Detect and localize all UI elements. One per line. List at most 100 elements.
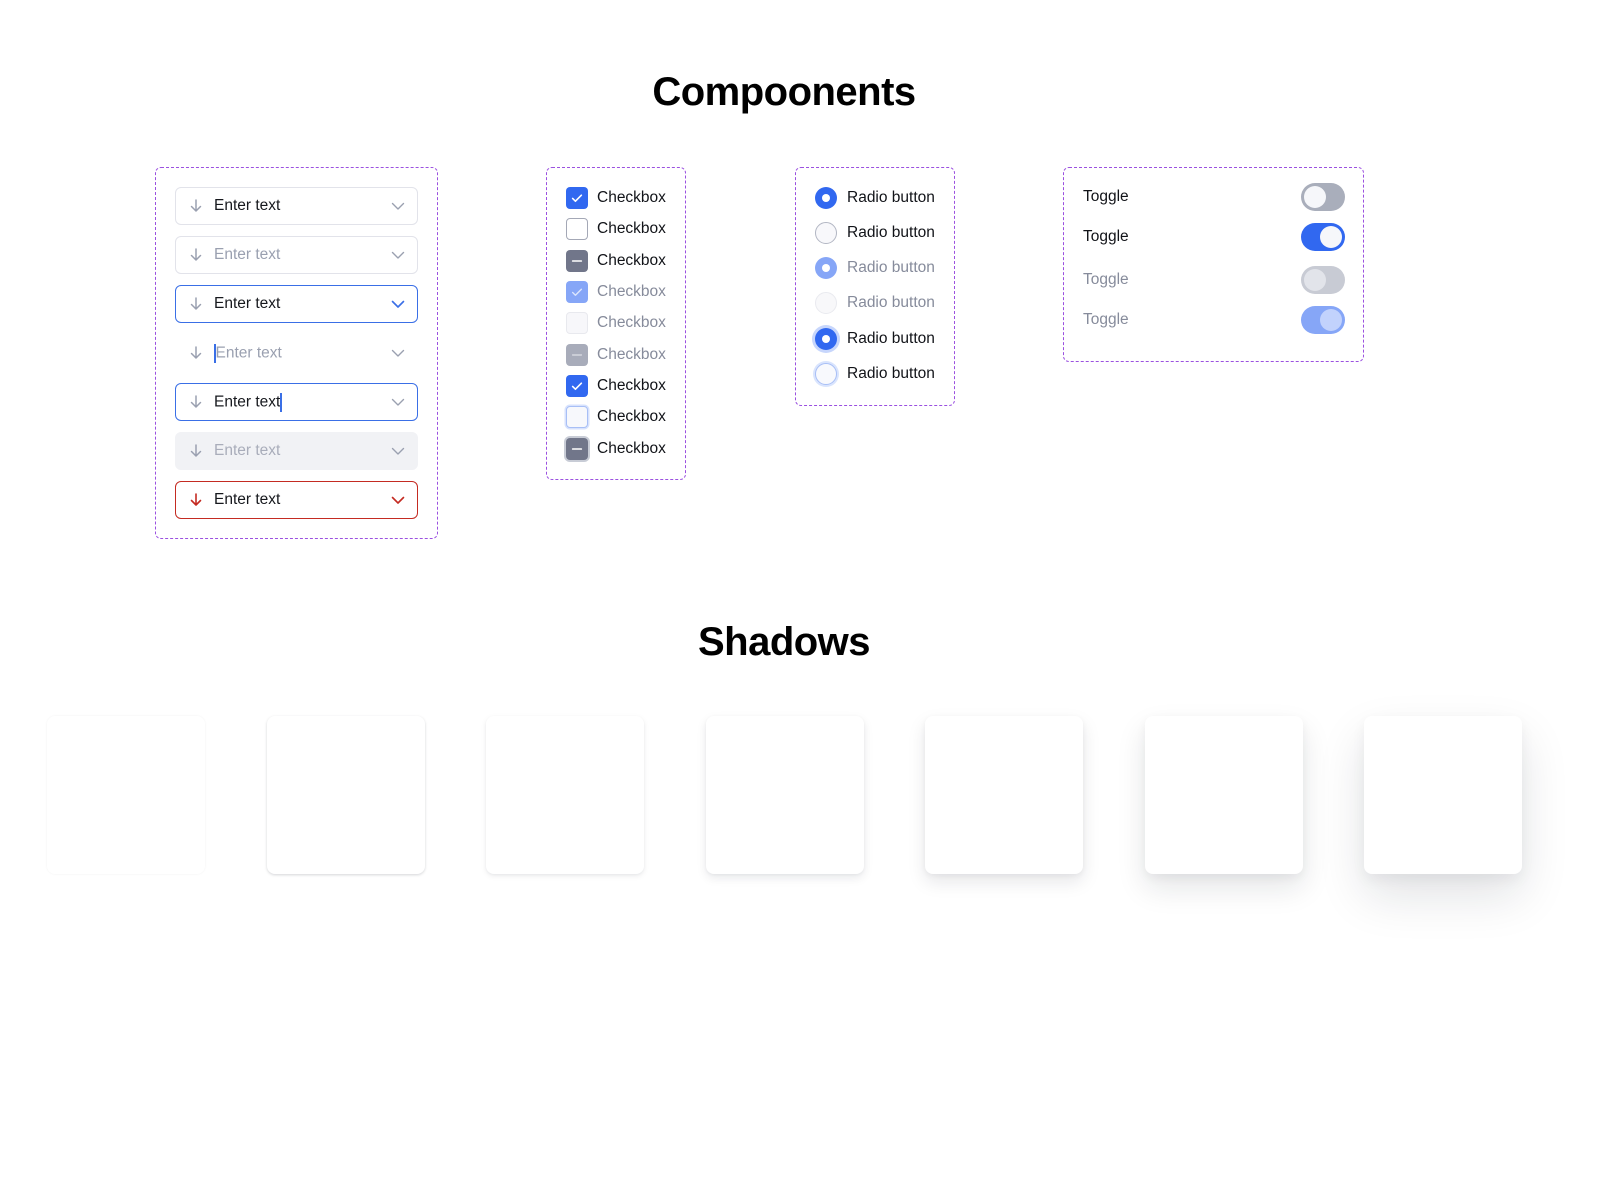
checkbox-label: Checkbox [597,440,666,457]
toggle-switch-on-disabled [1301,306,1345,334]
input-value: Enter text [214,295,281,312]
checkbox-item[interactable]: Checkbox [566,250,666,272]
input-value: Enter text [214,197,281,214]
checkbox-item[interactable]: Checkbox [566,438,666,460]
input-placeholder: Enter text [215,344,282,362]
radio-label: Radio button [847,259,935,276]
radio-group: Radio button Radio button Radio button R… [795,167,955,406]
shadow-card-3 [486,716,644,874]
radio-item[interactable]: Radio button [815,222,935,244]
arrow-down-icon [188,345,204,361]
checkbox-label: Checkbox [597,283,666,300]
checkbox-checked-disabled [566,281,588,303]
chevron-down-icon[interactable] [390,345,406,361]
radio-unselected[interactable] [815,222,837,244]
toggle-knob [1320,226,1342,248]
radio-item[interactable]: Radio button [815,187,935,209]
select-input-default[interactable]: Enter text [175,187,418,225]
toggle-switch-off-disabled [1301,266,1345,294]
radio-unselected-disabled [815,292,837,314]
select-input-focused[interactable]: Enter text [175,285,418,323]
checkbox-indeterminate-focused[interactable] [566,438,588,460]
shadow-card-6 [1145,716,1303,874]
chevron-down-icon [390,443,406,459]
radio-selected-disabled [815,257,837,279]
toggle-knob [1304,186,1326,208]
toggle-item[interactable]: Toggle [1083,223,1345,251]
toggle-knob [1320,309,1342,331]
shadow-card-1 [47,716,205,874]
radio-item[interactable]: Radio button [815,328,935,350]
shadow-card-5 [925,716,1083,874]
checkbox-label: Checkbox [597,220,666,237]
radio-label: Radio button [847,330,935,347]
input-placeholder: Enter text [214,442,281,459]
toggle-knob [1304,269,1326,291]
toggle-label: Toggle [1083,188,1129,205]
checkbox-checked[interactable] [566,187,588,209]
checkbox-indeterminate-disabled [566,344,588,366]
toggle-label: Toggle [1083,271,1129,288]
checkbox-indeterminate[interactable] [566,250,588,272]
checkbox-label: Checkbox [597,252,666,269]
radio-item: Radio button [815,257,935,279]
checkbox-item[interactable]: Checkbox [566,218,666,240]
shadows-title: Shadows [697,620,871,664]
minus-icon [571,354,583,356]
radio-item[interactable]: Radio button [815,363,935,385]
chevron-down-icon[interactable] [390,296,406,312]
checkbox-label: Checkbox [597,377,666,394]
chevron-down-icon[interactable] [390,492,406,508]
components-title: Compoonents [652,70,916,114]
minus-icon [571,448,583,450]
radio-unselected-focused[interactable] [815,363,837,385]
checkbox-unchecked-focused[interactable] [566,406,588,428]
checkbox-label: Checkbox [597,314,666,331]
toggle-switch-on[interactable] [1301,223,1345,251]
checkbox-checked[interactable] [566,375,588,397]
checkbox-item[interactable]: Checkbox [566,406,666,428]
toggle-item[interactable]: Toggle [1083,183,1345,211]
radio-label: Radio button [847,365,935,382]
check-icon [571,194,583,203]
input-value: Enter text [214,393,281,411]
shadow-card-7 [1364,716,1522,874]
arrow-down-icon [188,394,204,410]
select-input-borderless[interactable]: Enter text [175,334,418,372]
toggle-group: Toggle Toggle Toggle Toggle [1063,167,1364,362]
checkbox-item[interactable]: Checkbox [566,187,666,209]
checkbox-item: Checkbox [566,312,666,334]
select-input-error[interactable]: Enter text [175,481,418,519]
arrow-down-icon [188,296,204,312]
chevron-down-icon[interactable] [390,394,406,410]
select-input-disabled: Enter text [175,432,418,470]
toggle-label: Toggle [1083,228,1129,245]
chevron-down-icon[interactable] [390,247,406,263]
checkbox-item: Checkbox [566,344,666,366]
chevron-down-icon[interactable] [390,198,406,214]
arrow-down-icon [188,198,204,214]
radio-item: Radio button [815,292,935,314]
checkbox-label: Checkbox [597,346,666,363]
minus-icon [571,260,583,262]
input-placeholder: Enter text [214,246,281,263]
arrow-down-icon [188,492,204,508]
radio-selected[interactable] [815,187,837,209]
checkbox-unchecked[interactable] [566,218,588,240]
checkbox-group: Checkbox Checkbox Checkbox Checkbox Chec… [546,167,686,480]
toggle-item: Toggle [1083,266,1345,294]
check-icon [571,382,583,391]
toggle-switch-off[interactable] [1301,183,1345,211]
checkbox-label: Checkbox [597,408,666,425]
select-input-typing[interactable]: Enter text [175,383,418,421]
radio-label: Radio button [847,189,935,206]
select-input-placeholder[interactable]: Enter text [175,236,418,274]
arrow-down-icon [188,443,204,459]
checkbox-item: Checkbox [566,281,666,303]
shadow-card-2 [267,716,425,874]
checkbox-item[interactable]: Checkbox [566,375,666,397]
inputs-group: Enter text Enter text Enter text Enter t… [155,167,438,539]
checkbox-label: Checkbox [597,189,666,206]
toggle-item: Toggle [1083,306,1345,334]
radio-selected-focused[interactable] [815,328,837,350]
